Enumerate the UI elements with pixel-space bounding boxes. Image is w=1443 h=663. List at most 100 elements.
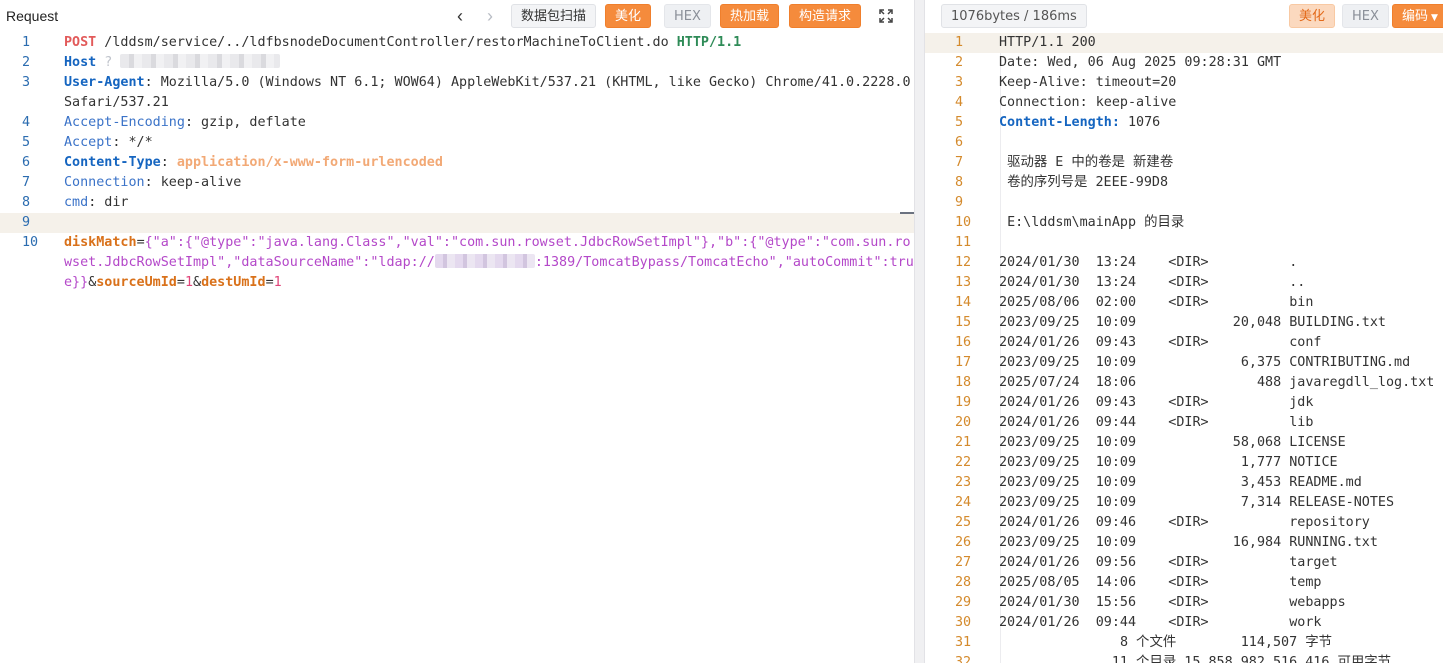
fullscreen-icon[interactable] — [874, 4, 898, 28]
beautify-button[interactable]: 美化 — [605, 4, 652, 28]
response-line-content: 2023/09/25 10:09 58,068 LICENSE — [975, 433, 1443, 453]
response-line[interactable]: 6 — [925, 133, 1443, 153]
response-line[interactable]: 28 2025/08/05 14:06 <DIR> temp — [925, 573, 1443, 593]
code-token: 2024/01/30 13:24 <DIR> . — [999, 255, 1298, 270]
response-line[interactable]: 15 2023/09/25 10:09 20,048 BUILDING.txt — [925, 313, 1443, 333]
response-line-number: 16 — [955, 335, 972, 350]
response-line[interactable]: 11 — [925, 233, 1443, 253]
back-arrow-icon[interactable]: ‹ — [450, 4, 470, 28]
response-line[interactable]: 20 2024/01/26 09:44 <DIR> lib — [925, 413, 1443, 433]
response-line[interactable]: 21 2023/09/25 10:09 58,068 LICENSE — [925, 433, 1443, 453]
pane-splitter[interactable] — [914, 0, 925, 663]
response-line-number: 11 — [955, 235, 972, 250]
response-line[interactable]: 30 2024/01/26 09:44 <DIR> work — [925, 613, 1443, 633]
code-token: User-Agent — [64, 75, 145, 90]
response-line[interactable]: 12 2024/01/30 13:24 <DIR> . — [925, 253, 1443, 273]
build-request-button[interactable]: 构造请求 — [789, 4, 862, 28]
response-line[interactable]: 25 2024/01/26 09:46 <DIR> repository — [925, 513, 1443, 533]
response-line[interactable]: 9 — [925, 193, 1443, 213]
response-line[interactable]: 16 2024/01/26 09:43 <DIR> conf — [925, 333, 1443, 353]
response-line[interactable]: 4 Connection: keep-alive — [925, 93, 1443, 113]
request-line[interactable]: 3 User-Agent: Mozilla/5.0 (Windows NT 6.1… — [0, 73, 914, 113]
response-line[interactable]: 27 2024/01/26 09:56 <DIR> target — [925, 553, 1443, 573]
response-line-content: 2023/09/25 10:09 7,314 RELEASE-NOTES — [975, 493, 1443, 513]
response-line[interactable]: 7 驱动器 E 中的卷是 新建卷 — [925, 153, 1443, 173]
request-line-number: 1 — [22, 35, 31, 50]
response-line[interactable]: 3 Keep-Alive: timeout=20 — [925, 73, 1443, 93]
request-line-number: 3 — [22, 75, 31, 90]
response-line-number: 26 — [955, 535, 972, 550]
response-line[interactable]: 2 Date: Wed, 06 Aug 2025 09:28:31 GMT — [925, 53, 1443, 73]
response-line-content: 2025/08/06 02:00 <DIR> bin — [975, 293, 1443, 313]
request-line[interactable]: 7 Connection: keep-alive — [0, 173, 914, 193]
hot-load-button[interactable]: 热加载 — [720, 4, 780, 28]
response-line[interactable]: 14 2025/08/06 02:00 <DIR> bin — [925, 293, 1443, 313]
request-line-content: diskMatch={"a":{"@type":"java.lang.Class… — [44, 233, 914, 293]
response-beautify-button[interactable]: 美化 — [1289, 4, 1336, 28]
response-line[interactable]: 13 2024/01/30 13:24 <DIR> .. — [925, 273, 1443, 293]
code-token: destUmId — [201, 275, 266, 290]
response-line-number: 31 — [955, 635, 972, 650]
response-line[interactable]: 1 HTTP/1.1 200 — [925, 33, 1443, 53]
code-token: : gzip, deflate — [184, 115, 306, 130]
response-line[interactable]: 8 卷的序列号是 2EEE-99D8 — [925, 173, 1443, 193]
response-line[interactable]: 23 2023/09/25 10:09 3,453 README.md — [925, 473, 1443, 493]
code-token: 卷的序列号是 2EEE-99D8 — [999, 175, 1169, 190]
response-line-number: 20 — [955, 415, 972, 430]
response-line-number: 1 — [955, 35, 964, 50]
code-token: cmd — [64, 195, 89, 210]
request-line[interactable]: 9 — [0, 213, 914, 233]
code-token: Date: Wed, 06 Aug 2025 09:28:31 GMT — [999, 55, 1282, 70]
request-line[interactable]: 1 POST /lddsm/service/../ldfbsnodeDocumen… — [0, 33, 914, 53]
code-token: 2023/09/25 10:09 20,048 BUILDING.txt — [999, 315, 1386, 330]
code-token: 2025/08/05 14:06 <DIR> temp — [999, 575, 1322, 590]
code-token: 2024/01/26 09:44 <DIR> lib — [999, 415, 1314, 430]
response-editor[interactable]: 1 HTTP/1.1 200 2 Date: Wed, 06 Aug 2025 09:… — [925, 33, 1443, 663]
forward-arrow-icon[interactable]: › — [480, 4, 500, 28]
packet-scan-button[interactable]: 数据包扫描 — [511, 4, 597, 28]
response-line-content: 2023/09/25 10:09 1,777 NOTICE — [975, 453, 1443, 473]
response-hex-button[interactable]: HEX — [1342, 4, 1389, 28]
request-line[interactable]: 5 Accept: */* — [0, 133, 914, 153]
response-line-content: 2024/01/30 13:24 <DIR> . — [975, 253, 1443, 273]
request-line[interactable]: 4 Accept-Encoding: gzip, deflate — [0, 113, 914, 133]
code-token: Keep-Alive: timeout=20 — [999, 75, 1177, 90]
code-token: 驱动器 E 中的卷是 新建卷 — [999, 155, 1174, 170]
response-line[interactable]: 5 Content-Length: 1076 — [925, 113, 1443, 133]
response-line[interactable]: 18 2025/07/24 18:06 488 javaregdll_log.tx… — [925, 373, 1443, 393]
response-line-content: 2024/01/26 09:44 <DIR> lib — [975, 413, 1443, 433]
code-token: HTTP/1.1 200 — [999, 35, 1096, 50]
code-token: 1 — [273, 275, 282, 290]
scroll-position-marker — [900, 212, 914, 214]
response-line-content: 2023/09/25 10:09 20,048 BUILDING.txt — [975, 313, 1443, 333]
response-line-content: Date: Wed, 06 Aug 2025 09:28:31 GMT — [975, 53, 1443, 73]
request-line[interactable]: 2 Host ? — [0, 53, 914, 73]
response-line[interactable]: 22 2023/09/25 10:09 1,777 NOTICE — [925, 453, 1443, 473]
request-line[interactable]: 8 cmd: dir — [0, 193, 914, 213]
response-line-content: 2025/08/05 14:06 <DIR> temp — [975, 573, 1443, 593]
code-token: 2023/09/25 10:09 3,453 README.md — [999, 475, 1362, 490]
code-token: : */* — [112, 135, 153, 150]
code-token: Accept-Encoding — [64, 115, 185, 130]
response-line[interactable]: 17 2023/09/25 10:09 6,375 CONTRIBUTING.md — [925, 353, 1443, 373]
code-token: 2024/01/26 09:46 <DIR> repository — [999, 515, 1370, 530]
response-line[interactable]: 24 2023/09/25 10:09 7,314 RELEASE-NOTES — [925, 493, 1443, 513]
response-line[interactable]: 19 2024/01/26 09:43 <DIR> jdk — [925, 393, 1443, 413]
code-token: 2025/08/06 02:00 <DIR> bin — [999, 295, 1314, 310]
code-token: = — [265, 275, 274, 290]
response-line[interactable]: 26 2023/09/25 10:09 16,984 RUNNING.txt — [925, 533, 1443, 553]
request-pane: Request ‹ › 数据包扫描 美化 HEX 热加载 构造请求 1 POST … — [0, 0, 914, 663]
response-line-number: 28 — [955, 575, 972, 590]
code-token: 2023/09/25 10:09 58,068 LICENSE — [999, 435, 1346, 450]
response-line-content: 11 个目录 15,858,982,516,416 可用字节 — [975, 653, 1443, 663]
response-line[interactable]: 31 8 个文件 114,507 字节 — [925, 633, 1443, 653]
request-line-content: Content-Type: application/x-www-form-url… — [44, 153, 914, 173]
response-line[interactable]: 29 2024/01/30 15:56 <DIR> webapps — [925, 593, 1443, 613]
response-line[interactable]: 32 11 个目录 15,858,982,516,416 可用字节 — [925, 653, 1443, 663]
response-line[interactable]: 10 E:\lddsm\mainApp 的目录 — [925, 213, 1443, 233]
hex-button[interactable]: HEX — [664, 4, 711, 28]
encoding-dropdown[interactable]: 编码 ▼ — [1392, 4, 1443, 28]
request-editor[interactable]: 1 POST /lddsm/service/../ldfbsnodeDocumen… — [0, 33, 914, 663]
request-line[interactable]: 6 Content-Type: application/x-www-form-ur… — [0, 153, 914, 173]
request-line[interactable]: 10 diskMatch={"a":{"@type":"java.lang.Cla… — [0, 233, 914, 293]
